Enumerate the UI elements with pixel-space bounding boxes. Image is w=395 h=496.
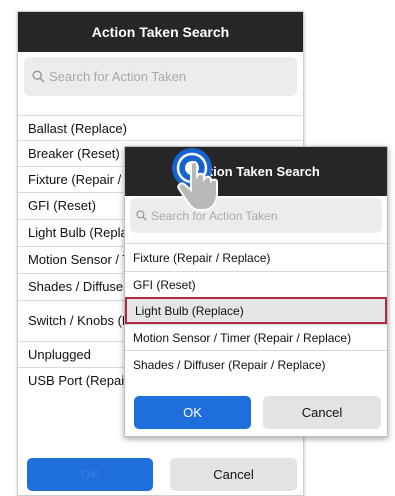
ok-button[interactable]: OK	[134, 396, 251, 429]
cancel-label: Cancel	[301, 405, 343, 420]
search-input[interactable]: Search for Action Taken	[24, 57, 297, 96]
dialog-header: Action Taken Search	[125, 147, 387, 196]
hand-pointer-icon	[172, 148, 218, 211]
search-input[interactable]: Search for Action Taken	[130, 198, 382, 233]
search-icon	[136, 210, 147, 221]
list-item-label: Ballast (Replace)	[28, 120, 127, 136]
list-item-selected[interactable]: Light Bulb (Replace)	[125, 297, 387, 324]
list-item-label: Fixture (Repair / Replace)	[133, 250, 271, 265]
list-item-label: Breaker (Reset)	[28, 145, 120, 161]
list-item-label: Light Bulb (Replace)	[135, 303, 244, 318]
tap-indicator	[170, 146, 240, 216]
list-item-label: GFI (Reset)	[133, 277, 196, 292]
cancel-label: Cancel	[213, 467, 254, 482]
list-item-label: Shades / Diffuser (Repair / Replace)	[133, 357, 326, 372]
cancel-button[interactable]: Cancel	[170, 458, 297, 491]
foreground-dialog: Action Taken Search Search for Action Ta…	[124, 146, 388, 437]
ok-label: OK	[80, 467, 100, 482]
list-item-label: GFI (Reset)	[28, 198, 96, 213]
list-item[interactable]: Ballast (Replace)	[18, 115, 303, 141]
ok-label: OK	[183, 405, 202, 420]
search-placeholder: Search for Action Taken	[49, 69, 187, 84]
list-item[interactable]: GFI (Reset)	[125, 271, 387, 297]
cancel-button[interactable]: Cancel	[263, 396, 381, 429]
list-item-label: Unplugged	[28, 346, 91, 362]
list-item[interactable]: Shades / Diffuser (Repair / Replace)	[125, 350, 387, 378]
dialog-title: Action Taken Search	[91, 24, 230, 40]
list-item[interactable]: Motion Sensor / Timer (Repair / Replace)	[125, 324, 387, 350]
ok-button[interactable]: OK	[27, 458, 153, 491]
list-item[interactable]: Fixture (Repair / Replace)	[125, 243, 387, 271]
search-icon	[32, 70, 45, 83]
dialog-header: Action Taken Search	[18, 12, 303, 52]
list-item-label: Motion Sensor / Timer (Repair / Replace)	[133, 330, 352, 345]
